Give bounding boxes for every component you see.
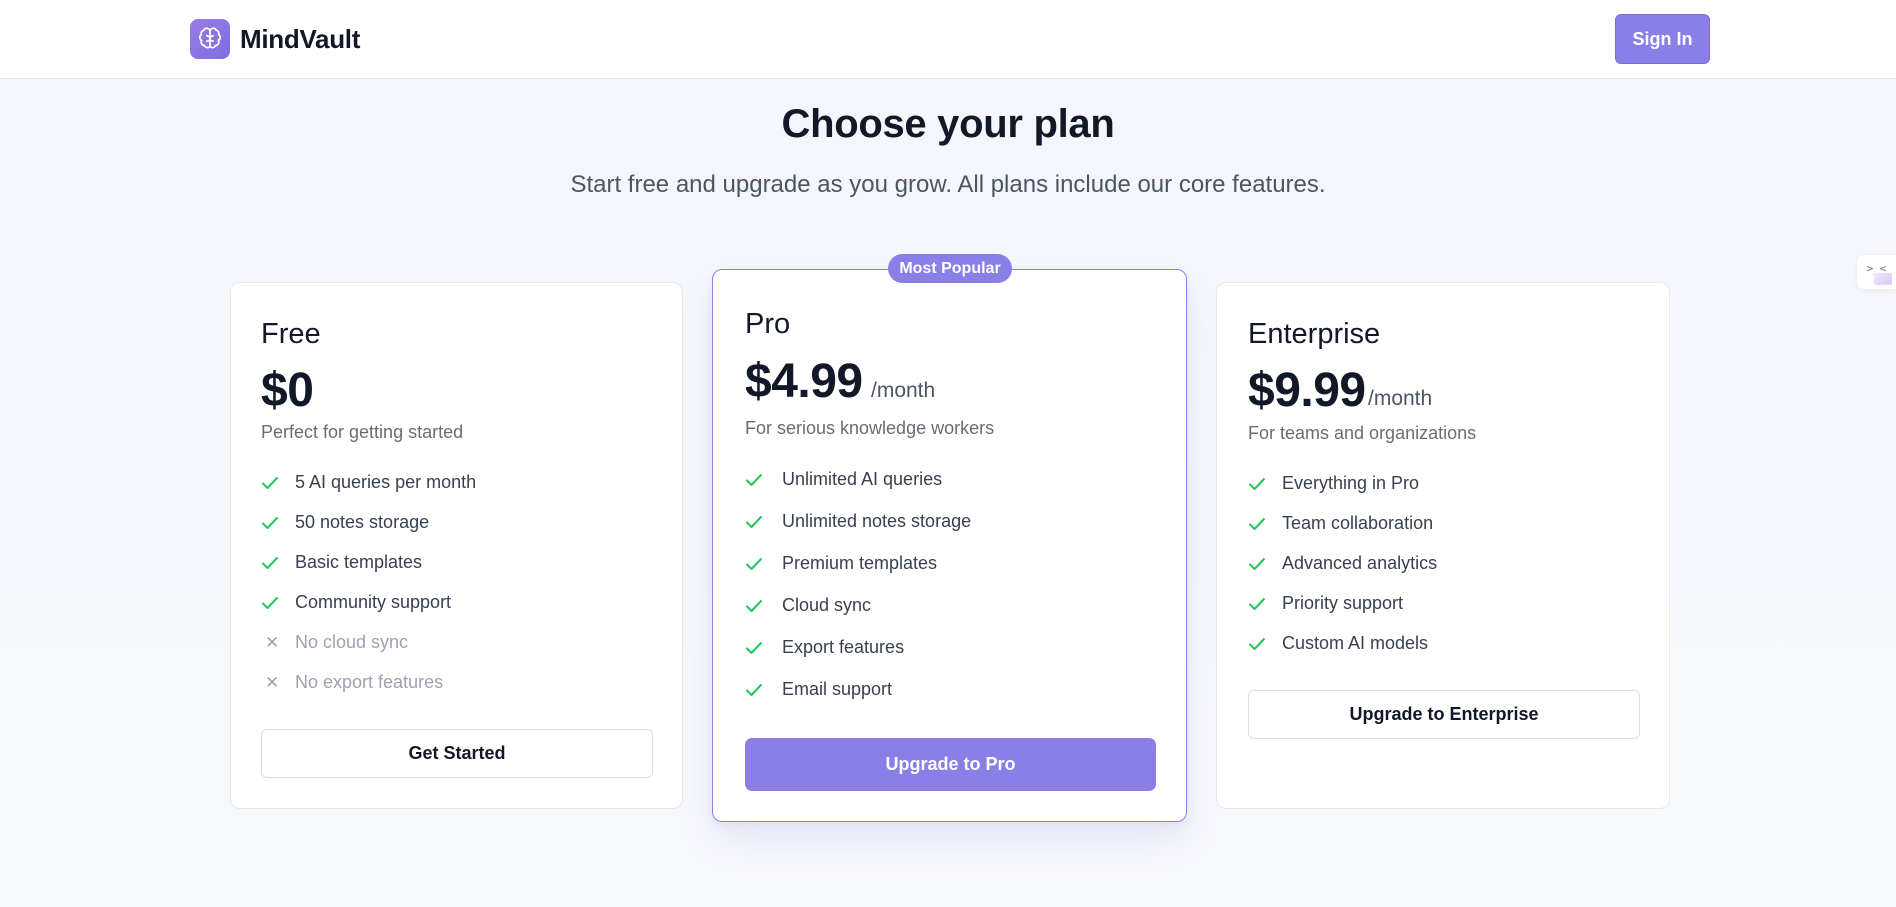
feature-item: 50 notes storage: [261, 512, 429, 533]
page-subtitle: Start free and upgrade as you grow. All …: [570, 171, 1326, 198]
feature-text: Unlimited AI queries: [782, 469, 943, 489]
check-icon: [1249, 477, 1265, 490]
feature-item: Community support: [261, 592, 451, 613]
cross-icon: ✕: [265, 672, 280, 692]
feature-item: Team collaboration: [1248, 513, 1433, 534]
brand-name: MindVault: [240, 24, 361, 54]
plan-description: Perfect for getting started: [261, 422, 464, 442]
most-popular-badge: Most Popular: [888, 254, 1012, 283]
feature-text: Team collaboration: [1282, 513, 1434, 533]
feature-text: Export features: [782, 637, 905, 657]
feature-item: Advanced analytics: [1248, 553, 1437, 574]
plan-price: $4.99: [745, 355, 863, 408]
plan-price: $9.99: [1248, 364, 1366, 417]
feature-item: Priority support: [1248, 593, 1403, 614]
feature-item: Email support: [745, 679, 892, 700]
check-icon: [746, 557, 762, 570]
feature-text: No cloud sync: [295, 632, 409, 652]
feature-item: Basic templates: [261, 552, 422, 573]
plan-card-pro: Pro $4.99 /month For serious knowledge w…: [712, 269, 1187, 822]
plan-description: For serious knowledge workers: [745, 418, 995, 438]
feature-item: ✕ No export features: [261, 672, 443, 693]
feature-item: Cloud sync: [745, 595, 871, 616]
plan-price: $0: [261, 364, 314, 417]
feature-item: Premium templates: [745, 553, 937, 574]
plan-name: Enterprise: [1248, 318, 1381, 350]
page-title: Choose your plan: [781, 102, 1115, 146]
plan-card-free: Free $0 Perfect for getting started 5 AI…: [230, 282, 683, 809]
check-icon: [262, 596, 278, 609]
feature-item: Export features: [745, 637, 904, 658]
plan-name: Pro: [745, 308, 791, 340]
check-icon: [1249, 637, 1265, 650]
feature-text: Custom AI models: [1282, 633, 1429, 653]
floating-side-tab[interactable]: >_<: [1856, 254, 1896, 290]
check-icon: [746, 515, 762, 528]
logo[interactable]: [190, 19, 230, 59]
plan-period: /month: [1368, 387, 1433, 410]
get-started-button[interactable]: Get Started: [261, 729, 653, 778]
check-icon: [746, 473, 762, 486]
feature-text: Unlimited notes storage: [782, 511, 972, 531]
cross-icon: ✕: [265, 632, 280, 652]
plan-name: Free: [261, 318, 321, 350]
feature-text: Everything in Pro: [1282, 473, 1420, 493]
brain-icon: [198, 27, 222, 49]
check-icon: [746, 599, 762, 612]
top-header: MindVault Sign In: [0, 0, 1896, 79]
feature-text: 5 AI queries per month: [295, 472, 477, 492]
feature-text: Community support: [295, 592, 452, 612]
feature-text: Premium templates: [782, 553, 938, 573]
feature-text: Cloud sync: [782, 595, 872, 615]
check-icon: [746, 683, 762, 696]
feature-item: ✕ No cloud sync: [261, 632, 408, 653]
feature-text: Advanced analytics: [1282, 553, 1438, 573]
feature-text: Basic templates: [295, 552, 423, 572]
feature-text: 50 notes storage: [295, 512, 430, 532]
plan-description: For teams and organizations: [1248, 423, 1477, 443]
feature-item: Custom AI models: [1248, 633, 1428, 654]
feature-item: Everything in Pro: [1248, 473, 1419, 494]
check-icon: [746, 641, 762, 654]
check-icon: [1249, 557, 1265, 570]
feature-item: 5 AI queries per month: [261, 472, 476, 493]
check-icon: [262, 476, 278, 489]
feature-item: Unlimited notes storage: [745, 511, 971, 532]
check-icon: [262, 516, 278, 529]
check-icon: [1249, 597, 1265, 610]
feature-item: Unlimited AI queries: [745, 469, 942, 490]
check-icon: [262, 556, 278, 569]
sign-in-button[interactable]: Sign In: [1615, 14, 1710, 64]
plan-period: /month: [871, 379, 936, 402]
upgrade-to-pro-button[interactable]: Upgrade to Pro: [745, 738, 1156, 791]
feature-text: Priority support: [1282, 593, 1404, 613]
feature-text: Email support: [782, 679, 893, 699]
plan-card-enterprise: Enterprise $9.99 /month For teams and or…: [1216, 282, 1670, 809]
check-icon: [1249, 517, 1265, 530]
upgrade-to-enterprise-button[interactable]: Upgrade to Enterprise: [1248, 690, 1640, 739]
side-tab-swatch: [1874, 273, 1892, 285]
feature-text: No export features: [295, 672, 444, 692]
